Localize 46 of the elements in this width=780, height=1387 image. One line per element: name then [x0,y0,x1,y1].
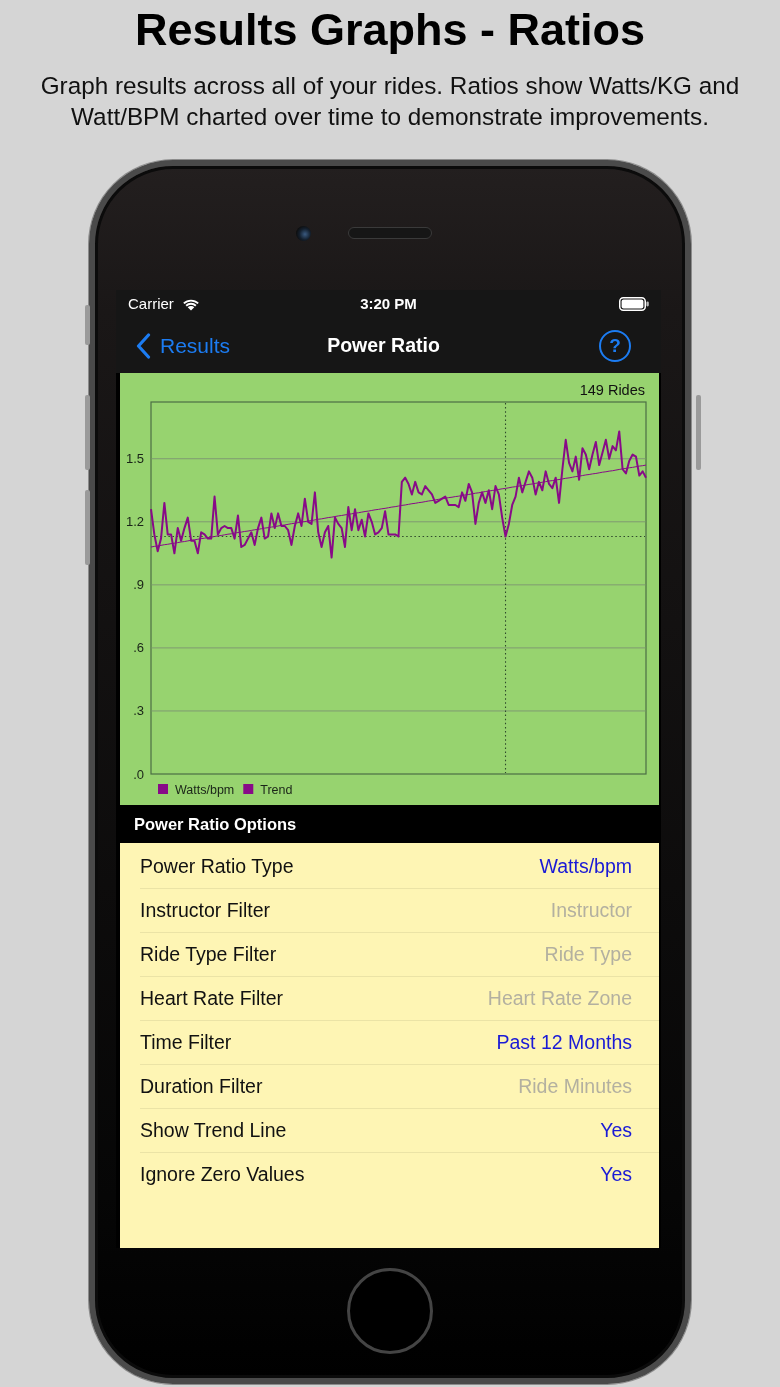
option-row[interactable]: Ignore Zero Values Yes [140,1153,659,1197]
battery-icon [619,297,649,311]
nav-title: Power Ratio [327,332,440,358]
option-row[interactable]: Heart Rate Filter Heart Rate Zone [140,977,659,1021]
camera-icon [296,226,311,241]
option-row[interactable]: Ride Type Filter Ride Type [140,933,659,977]
option-label: Heart Rate Filter [140,985,284,1011]
option-value: Yes [600,1162,632,1188]
ride-count: 149 Rides [579,381,645,398]
option-placeholder: Instructor [550,897,632,923]
option-label: Power Ratio Type [140,853,294,879]
option-row[interactable]: Time Filter Past 12 Months [140,1021,659,1065]
y-tick-label: 1.5 [125,451,144,467]
option-row[interactable]: Instructor Filter Instructor [140,889,659,933]
back-button[interactable]: Results [136,332,231,359]
option-label: Ride Type Filter [140,941,277,967]
option-row[interactable]: Duration Filter Ride Minutes [140,1065,659,1109]
option-label: Time Filter [140,1029,232,1055]
option-placeholder: Ride Minutes [518,1073,632,1099]
side-key-drawing [85,305,90,345]
option-label: Duration Filter [140,1073,263,1099]
y-tick-label: .9 [133,577,144,593]
help-button[interactable]: ? [599,329,631,362]
y-tick-label: .6 [133,640,144,656]
speaker-icon [348,227,432,239]
option-label: Ignore Zero Values [140,1162,305,1188]
option-row[interactable]: Show Trend Line Yes [140,1109,659,1153]
y-tick-label: .3 [133,703,144,719]
chevron-left-icon [136,332,151,359]
wifi-icon [181,297,200,311]
y-tick-label: .0 [133,766,144,782]
option-placeholder: Heart Rate Zone [487,985,632,1011]
option-value: Yes [600,1117,632,1143]
legend-label: Watts/bpm [175,782,235,797]
carrier-label: Carrier [128,293,174,314]
y-tick-label: 1.2 [125,514,144,530]
option-value: Past 12 Months [496,1029,632,1055]
legend-label: Trend [260,782,293,797]
option-label: Instructor Filter [140,897,271,923]
page-subtitle: Graph results across all of your rides. Ratios show Watts/KG and Watt/BPM charted over time to demonstrate improvements. [39,70,741,132]
option-label: Show Trend Line [140,1117,287,1143]
status-time: 3:20 PM [360,293,417,314]
option-value: Watts/bpm [539,853,632,879]
option-placeholder: Ride Type [544,941,632,967]
page-title: Results Graphs - Ratios [133,4,647,56]
option-row[interactable]: Power Ratio Type Watts/bpm [140,845,659,889]
